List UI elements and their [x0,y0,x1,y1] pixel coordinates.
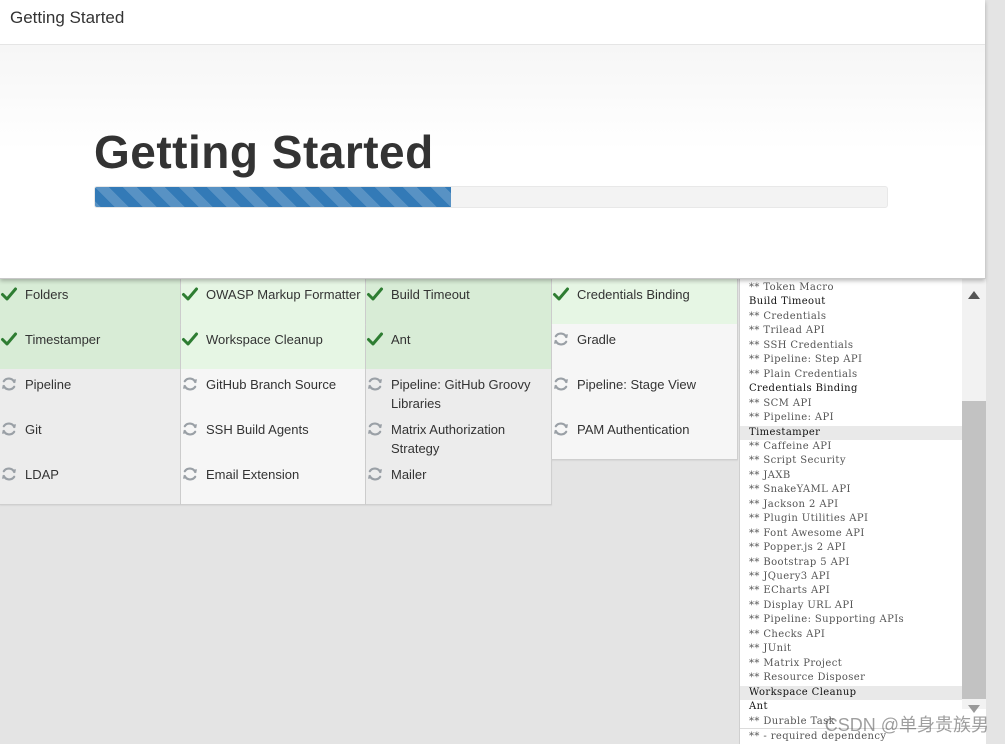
log-dependency-line: ** Checks API [749,628,826,640]
plugin-tile: Workspace Cleanup [181,324,366,370]
plugin-name: Gradle [577,332,617,347]
plugin-tile: OWASP Markup Formatter [181,279,366,325]
plugin-name: Workspace Cleanup [206,332,323,347]
check-icon [366,330,384,348]
install-log-pane: ** Token Macro Build Timeout ** Credential… [739,279,986,744]
plugin-tile: PAM Authentication [552,414,738,460]
log-dependency-line: ** Bootstrap 5 API [749,556,850,568]
scroll-up-arrow-icon[interactable] [968,291,980,299]
check-icon [181,330,199,348]
plugin-tile: Build Timeout [366,279,552,325]
log-dependency-line: ** Pipeline: API [749,412,835,424]
plugin-name: Mailer [391,467,427,482]
log-dependency-line: ** Resource Disposer [749,672,866,684]
refresh-icon [181,375,199,393]
log-dependency-line: ** Trilead API [749,325,825,337]
log-dependency-line: ** Matrix Project [749,657,843,669]
plugin-name: Timestamper [25,332,101,347]
refresh-icon [181,465,199,483]
check-icon [552,285,570,303]
log-dependency-line: ** Display URL API [749,599,854,611]
log-plugin-line: Timestamper [740,425,962,440]
refresh-icon [0,465,18,483]
log-dependency-line: ** Plugin Utilities API [749,513,869,525]
log-dependency-line: ** Credentials [749,310,827,322]
plugin-name: Pipeline: Stage View [577,377,697,392]
header-panel: Getting Started Getting Started [0,0,985,279]
plugin-tile: Pipeline: Stage View [552,369,738,415]
log-dependency-line: ** Pipeline: Supporting APIs [749,614,905,626]
plugin-name: Build Timeout [391,287,470,302]
log-dependency-line: ** SnakeYAML API [749,484,851,496]
plugin-tile: GitHub Branch Source [181,369,366,415]
plugin-tile: Credentials Binding [552,279,738,325]
plugin-name: SSH Build Agents [206,422,309,437]
plugin-tile: Matrix Authorization Strategy [366,414,552,460]
refresh-icon [552,330,570,348]
log-dependency-line: ** Token Macro [749,282,834,293]
watermark: CSDN @单身贵族男 [824,715,989,735]
log-plugin-line: Build Timeout [749,296,826,308]
plugin-name: Ant [391,332,411,347]
plugin-tile: Ant [366,324,552,370]
window-title: Getting Started [10,8,125,27]
plugin-tile: Timestamper [0,324,181,370]
check-icon [0,285,18,303]
log-dependency-line: ** JQuery3 API [749,571,831,582]
plugin-tile: Git [0,414,181,460]
plugin-name: Matrix Authorization Strategy [391,422,506,456]
log-dependency-line: ** Pipeline: Step API [749,354,863,366]
plugin-tile: Email Extension [181,459,366,505]
install-progress-bar [94,186,888,208]
log-dependency-line: ** Font Awesome API [749,527,865,539]
log-dependency-line: ** JAXB [749,469,791,481]
log-plugin-line: Workspace Cleanup [740,685,962,700]
plugin-grid: Folders OWASP Markup Formatter Build Timeo… [0,279,740,509]
refresh-icon [552,375,570,393]
plugin-name: Git [25,422,42,437]
plugin-name: OWASP Markup Formatter [206,287,361,302]
plugin-name: Pipeline [25,377,72,392]
install-progress-fill [95,187,452,207]
plugin-tile: SSH Build Agents [181,414,366,460]
refresh-icon [366,375,384,393]
log-dependency-line: ** Popper.js 2 API [749,542,847,554]
log-dependency-line: ** ECharts API [749,585,831,597]
refresh-icon [366,420,384,438]
log-dependency-line: ** Script Security [749,455,846,467]
plugin-name: LDAP [25,467,59,482]
plugin-tile: Pipeline: GitHub Groovy Libraries [366,369,552,415]
plugin-name: PAM Authentication [577,422,690,437]
scroll-thumb[interactable] [962,401,986,699]
refresh-icon [0,420,18,438]
check-icon [0,330,18,348]
hero-section: Getting Started [0,45,985,278]
log-plugin-line: Credentials Binding [749,383,858,395]
refresh-icon [552,420,570,438]
log-dependency-line: ** SSH Credentials [749,339,854,351]
log-dependency-line: ** SCM API [749,397,812,409]
page-title: Getting Started [94,126,434,178]
plugin-tile: Gradle [552,324,738,370]
plugin-tile: Mailer [366,459,552,505]
log-dependency-line: ** JUnit [749,643,792,655]
plugin-name: GitHub Branch Source [206,377,337,392]
plugin-tile: Folders [0,279,181,325]
refresh-icon [366,465,384,483]
log-scrollbar[interactable] [962,279,986,713]
plugin-tile: Pipeline [0,369,181,415]
refresh-icon [0,375,18,393]
plugin-name: Pipeline: GitHub Groovy Libraries [391,377,531,411]
plugin-name: Credentials Binding [577,287,690,302]
check-icon [366,285,384,303]
plugin-name: Email Extension [206,467,300,482]
install-log: ** Token Macro Build Timeout ** Credential… [740,279,962,725]
refresh-icon [181,420,199,438]
plugin-tile: LDAP [0,459,181,505]
check-icon [181,285,199,303]
log-dependency-line: ** Caffeine API [749,440,832,452]
log-dependency-line: ** Plain Credentials [749,368,858,380]
plugin-name: Folders [25,287,69,302]
log-dependency-line: ** Jackson 2 API [749,498,839,510]
